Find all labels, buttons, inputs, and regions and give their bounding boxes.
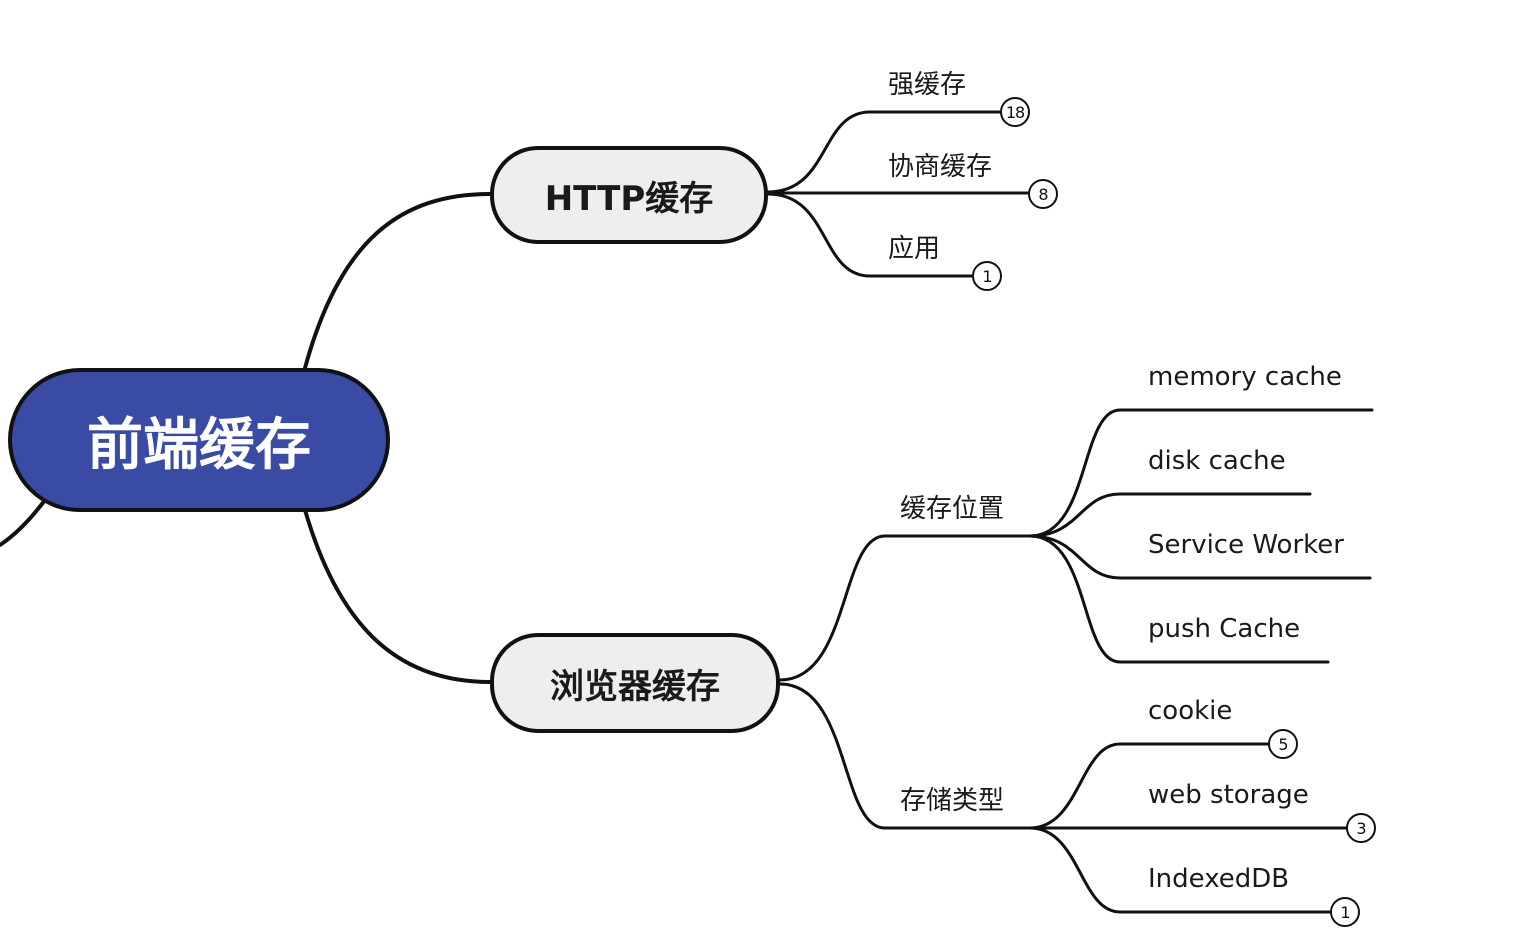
topic-web-storage[interactable]: web storage: [1148, 780, 1309, 810]
browser-cache-node[interactable]: 浏览器缓存: [490, 633, 780, 733]
connector-root-offscreen: [0, 498, 47, 547]
http-cache-label: HTTP缓存: [544, 178, 714, 219]
topic-negotiate-cache[interactable]: 协商缓存: [888, 146, 992, 183]
connector-http-apply: [766, 192, 974, 278]
connector-browser-location: [778, 534, 1032, 682]
count-badge[interactable]: 5: [1268, 729, 1298, 759]
topic-cookie[interactable]: cookie: [1148, 696, 1232, 726]
connector-root-browser: [303, 508, 492, 684]
topic-service-worker[interactable]: Service Worker: [1148, 530, 1344, 560]
count-badge[interactable]: 8: [1028, 179, 1058, 209]
connector-root-http: [303, 192, 492, 370]
count-badge[interactable]: 1: [1330, 897, 1360, 927]
topic-storage-type[interactable]: 存储类型: [900, 780, 1004, 817]
count-badge[interactable]: 18: [1000, 97, 1030, 127]
root-label: 前端缓存: [87, 412, 311, 478]
http-cache-node[interactable]: HTTP缓存: [490, 146, 768, 244]
count-badge[interactable]: 1: [972, 261, 1002, 291]
topic-indexeddb[interactable]: IndexedDB: [1148, 864, 1289, 894]
topic-memory-cache[interactable]: memory cache: [1148, 362, 1342, 392]
topic-apply[interactable]: 应用: [888, 228, 940, 265]
root-node[interactable]: 前端缓存: [8, 368, 390, 512]
browser-cache-label: 浏览器缓存: [550, 666, 720, 707]
topic-push-cache[interactable]: push Cache: [1148, 614, 1300, 644]
topic-disk-cache[interactable]: disk cache: [1148, 446, 1286, 476]
topic-strong-cache[interactable]: 强缓存: [888, 64, 966, 101]
topic-cache-location[interactable]: 缓存位置: [900, 488, 1004, 525]
count-badge[interactable]: 3: [1346, 813, 1376, 843]
